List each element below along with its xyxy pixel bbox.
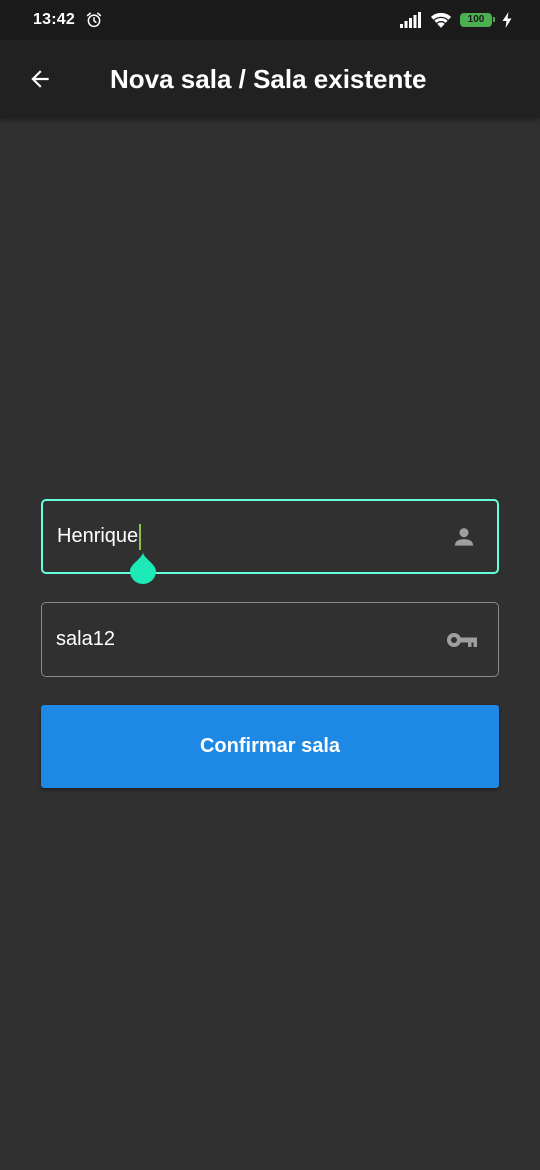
confirm-room-button[interactable]: Confirmar sala — [41, 705, 499, 788]
text-caret — [139, 523, 142, 550]
app-bar: Nova sala / Sala existente — [0, 40, 540, 118]
arrow-back-icon — [27, 66, 53, 92]
charging-icon — [502, 12, 512, 28]
status-left: 13:42 — [33, 11, 103, 29]
signal-icon — [400, 12, 422, 28]
status-bar: 13:42 100 — [0, 0, 540, 40]
back-button[interactable] — [18, 57, 62, 101]
battery-level: 100 — [467, 14, 485, 25]
name-input[interactable]: Henrique — [41, 499, 499, 574]
battery-icon: 100 — [460, 13, 495, 27]
room-input[interactable]: sala12 — [41, 602, 499, 677]
room-input-value: sala12 — [56, 628, 115, 650]
key-icon — [446, 630, 478, 650]
screen: 13:42 100 Nova sala / Sala existente Hen… — [0, 0, 540, 1170]
wifi-icon — [430, 12, 452, 29]
page-title: Nova sala / Sala existente — [110, 64, 427, 94]
name-input-text: Henrique — [57, 523, 142, 550]
status-time: 13:42 — [33, 11, 75, 28]
status-right: 100 — [400, 12, 512, 29]
name-input-value: Henrique — [57, 525, 139, 547]
alarm-icon — [85, 11, 103, 29]
cursor-handle[interactable] — [128, 552, 158, 584]
person-icon — [451, 524, 477, 550]
